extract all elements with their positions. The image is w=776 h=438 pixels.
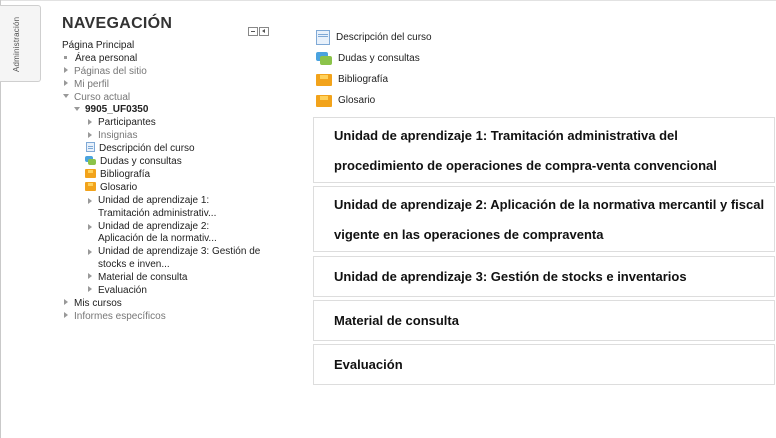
- nav-item-site-pages[interactable]: Páginas del sitio: [62, 66, 292, 79]
- nav-item-unit2[interactable]: Unidad de aprendizaje 2: Aplicación de l…: [62, 221, 253, 247]
- nav-item-specific-reports[interactable]: Informes específicos: [62, 311, 292, 324]
- nav-item-personal-area[interactable]: Área personal: [62, 53, 292, 66]
- collapse-arrow-icon: [74, 106, 80, 111]
- navigation-tree: Página Principal Área personal Páginas d…: [62, 40, 292, 324]
- section-unit2[interactable]: Unidad de aprendizaje 2: Aplicación de l…: [313, 186, 775, 252]
- activity-course-description[interactable]: Descripción del curso: [316, 27, 432, 48]
- section-title: Unidad de aprendizaje 2: Aplicación de l…: [334, 197, 765, 242]
- nav-item-participants[interactable]: Participantes: [62, 117, 292, 130]
- nav-item-reference-material[interactable]: Material de consulta: [62, 272, 292, 285]
- folder-icon: [85, 168, 96, 178]
- expand-arrow-icon: [88, 273, 92, 280]
- expand-arrow-icon: [88, 131, 92, 138]
- administration-tab[interactable]: Administración: [0, 5, 41, 82]
- expand-arrow-icon: [88, 118, 92, 125]
- section-unit3[interactable]: Unidad de aprendizaje 3: Gestión de stoc…: [313, 256, 775, 297]
- activity-glossary[interactable]: Glosario: [316, 90, 432, 111]
- nav-item-home[interactable]: Página Principal: [62, 40, 292, 53]
- expand-arrow-icon: [88, 249, 92, 256]
- block-controls: [248, 23, 270, 41]
- folder-icon: [85, 181, 96, 191]
- nav-item-unit3[interactable]: Unidad de aprendizaje 3: Gestión de stoc…: [62, 246, 278, 272]
- forum-icon: [316, 52, 332, 65]
- nav-item-my-profile[interactable]: Mi perfil: [62, 79, 292, 92]
- section-unit1[interactable]: Unidad de aprendizaje 1: Tramitación adm…: [313, 117, 775, 183]
- section-title: Unidad de aprendizaje 1: Tramitación adm…: [334, 128, 717, 173]
- folder-icon: [316, 94, 332, 107]
- bullet-icon: [64, 55, 67, 59]
- section-title: Material de consulta: [334, 313, 459, 328]
- dock-block-icon[interactable]: [259, 27, 269, 36]
- section-reference-material[interactable]: Material de consulta: [313, 300, 775, 341]
- nav-item-evaluation[interactable]: Evaluación: [62, 285, 292, 298]
- expand-arrow-icon: [64, 80, 68, 87]
- section-title: Unidad de aprendizaje 3: Gestión de stoc…: [334, 269, 687, 284]
- expand-arrow-icon: [64, 67, 68, 74]
- nav-item-glossary[interactable]: Glosario: [62, 181, 292, 195]
- nav-item-course-code[interactable]: 9905_UF0350: [62, 104, 292, 117]
- expand-arrow-icon: [88, 223, 92, 230]
- activity-questions[interactable]: Dudas y consultas: [316, 48, 432, 69]
- page-icon: [316, 30, 330, 45]
- navigation-title: NAVEGACIÓN: [62, 15, 173, 32]
- expand-arrow-icon: [88, 197, 92, 204]
- course-activities: Descripción del curso Dudas y consultas …: [316, 27, 432, 111]
- navigation-block: NAVEGACIÓN: [62, 15, 277, 36]
- expand-arrow-icon: [88, 286, 92, 293]
- collapse-arrow-icon: [63, 93, 69, 98]
- expand-arrow-icon: [64, 299, 68, 306]
- nav-item-course-description[interactable]: Descripción del curso: [62, 142, 292, 156]
- nav-item-current-course[interactable]: Curso actual: [62, 92, 292, 105]
- window-top-border: [0, 0, 776, 1]
- nav-item-unit1[interactable]: Unidad de aprendizaje 1: Tramitación adm…: [62, 195, 253, 221]
- expand-arrow-icon: [64, 312, 68, 319]
- nav-item-badges[interactable]: Insignias: [62, 130, 292, 143]
- administration-tab-label: Administración: [12, 16, 21, 72]
- activity-bibliography[interactable]: Bibliografía: [316, 69, 432, 90]
- forum-icon: [85, 155, 96, 165]
- section-title: Evaluación: [334, 357, 403, 372]
- folder-icon: [316, 73, 332, 86]
- page-icon: [86, 142, 95, 153]
- section-evaluation[interactable]: Evaluación: [313, 344, 775, 385]
- collapse-block-icon[interactable]: [248, 27, 258, 36]
- nav-item-bibliography[interactable]: Bibliografía: [62, 168, 292, 182]
- nav-item-questions[interactable]: Dudas y consultas: [62, 155, 292, 169]
- nav-item-my-courses[interactable]: Mis cursos: [62, 298, 292, 311]
